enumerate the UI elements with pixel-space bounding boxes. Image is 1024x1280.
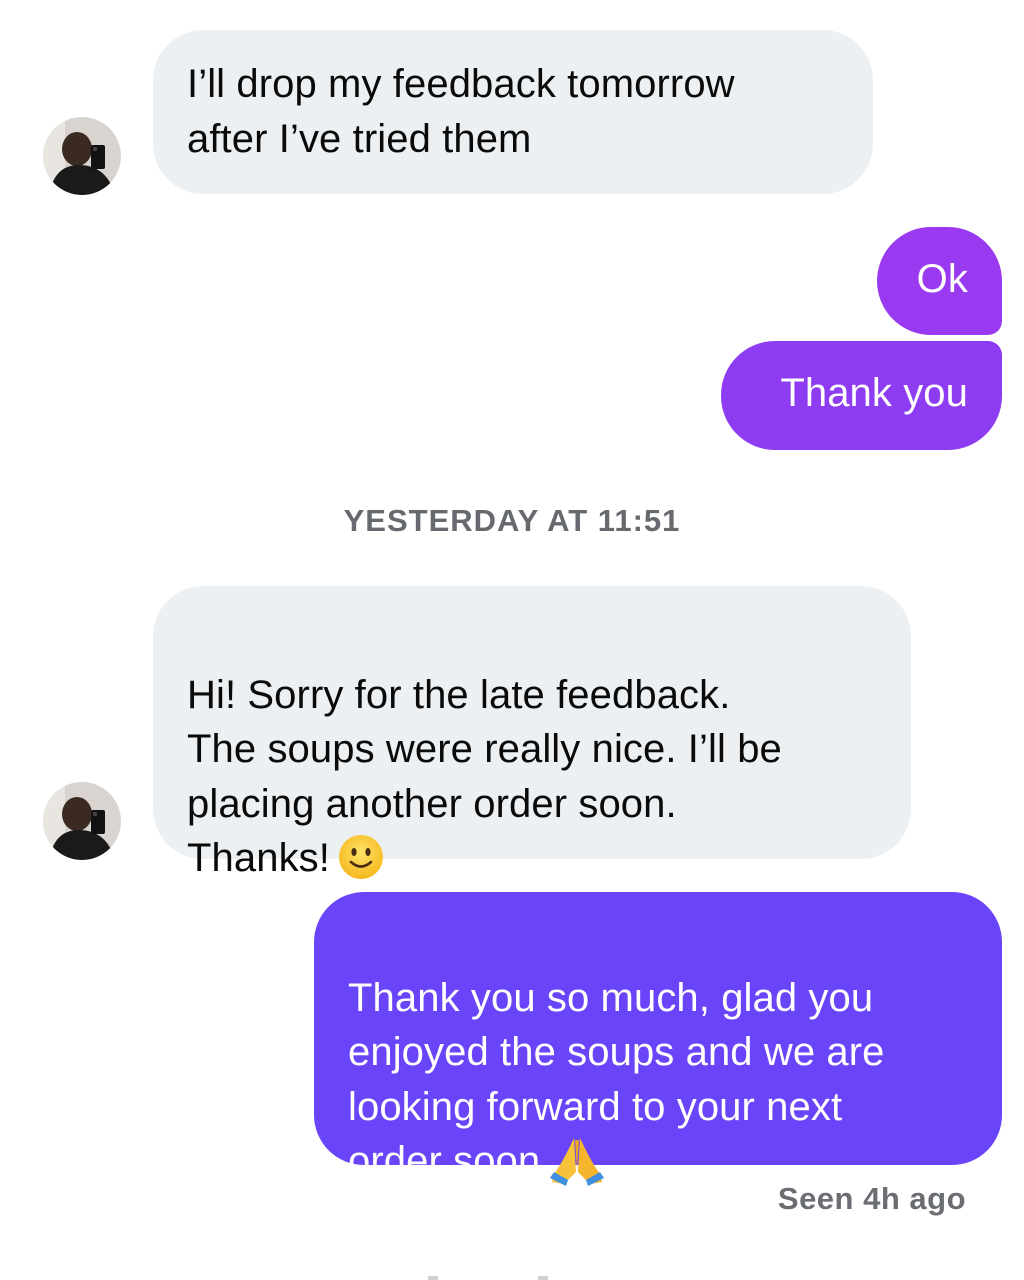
slightly-smiling-face-icon — [338, 834, 384, 880]
message-text: Thank you so much, glad you enjoyed the … — [348, 975, 885, 1184]
outgoing-message[interactable]: Ok — [877, 227, 1002, 335]
folded-hands-icon — [548, 1134, 606, 1186]
message-timestamp: YESTERDAY AT 11:51 — [343, 503, 681, 538]
incoming-message[interactable]: Hi! Sorry for the late feedback. The sou… — [153, 586, 911, 880]
contact-avatar[interactable] — [43, 782, 121, 860]
outgoing-message[interactable]: Thank you so much, glad you enjoyed the … — [314, 892, 1002, 1186]
contact-avatar[interactable] — [43, 117, 121, 195]
outgoing-message[interactable]: Thank you — [721, 341, 1002, 450]
incoming-message[interactable]: I’ll drop my feedback tomorrow after I’v… — [153, 30, 873, 194]
partially-visible-content — [428, 1276, 548, 1280]
message-text: Hi! Sorry for the late feedback. The sou… — [187, 672, 782, 881]
seen-status: Seen 4h ago — [777, 1181, 966, 1216]
